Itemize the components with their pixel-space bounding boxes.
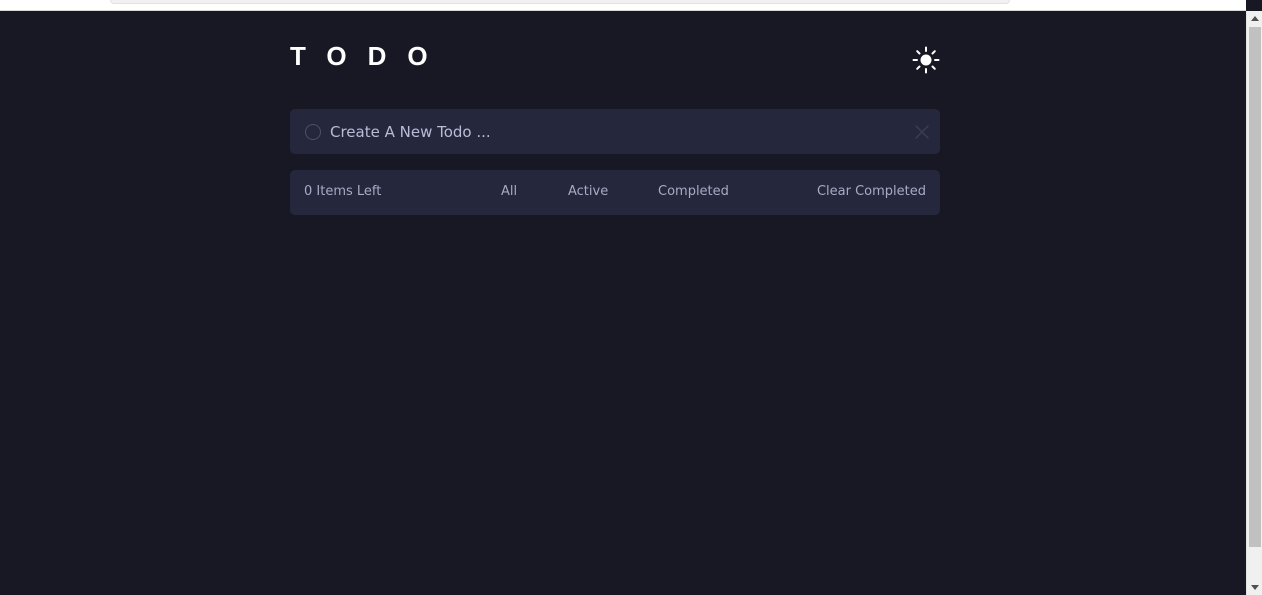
filter-all[interactable]: All	[501, 184, 517, 200]
circle-icon[interactable]	[305, 124, 321, 140]
app-header: TODO	[290, 11, 940, 109]
close-icon[interactable]	[914, 124, 930, 140]
items-left-count: 0 Items Left	[304, 184, 382, 199]
scrollbar-thumb[interactable]	[1249, 27, 1261, 547]
sun-icon[interactable]	[912, 46, 940, 74]
todo-app: TODO Create A New Todo ... 0 Items Left …	[290, 11, 940, 215]
filter-completed[interactable]: Completed	[658, 184, 729, 200]
todo-footer: 0 Items Left All Active Completed Clear …	[290, 170, 940, 215]
new-todo-input[interactable]	[330, 109, 890, 154]
vertical-scrollbar[interactable]	[1246, 11, 1262, 595]
address-bar-edge	[110, 0, 1010, 4]
filter-active[interactable]: Active	[568, 184, 608, 200]
app-title: TODO	[290, 41, 449, 71]
new-todo-row	[290, 109, 940, 154]
browser-top-bar	[0, 0, 1246, 11]
page: TODO Create A New Todo ... 0 Items Left …	[0, 11, 1246, 595]
scroll-down-icon[interactable]	[1251, 585, 1259, 590]
scroll-up-icon[interactable]	[1251, 16, 1259, 21]
clear-completed-button[interactable]: Clear Completed	[817, 184, 926, 200]
